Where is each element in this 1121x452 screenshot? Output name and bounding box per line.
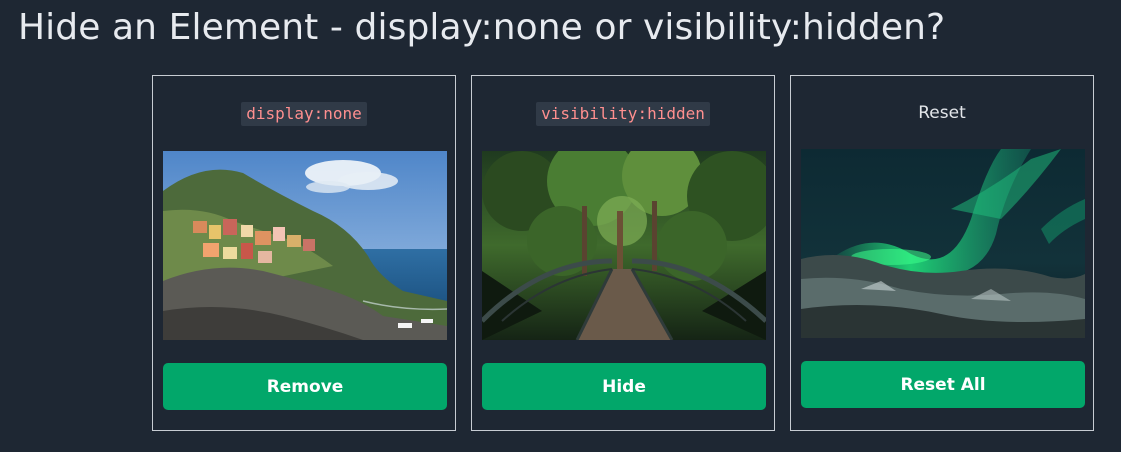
coastal-village-image bbox=[163, 151, 447, 340]
card-reset: Reset Reset All bbox=[790, 75, 1094, 431]
page-title: Hide an Element - display:none or visibi… bbox=[18, 7, 946, 48]
card-title-wrapper: Reset bbox=[791, 102, 1093, 124]
card-title-wrapper: display:none bbox=[153, 102, 455, 126]
hide-button[interactable]: Hide bbox=[482, 363, 766, 410]
aurora-image bbox=[801, 149, 1085, 338]
card-title-wrapper: visibility:hidden bbox=[472, 102, 774, 126]
remove-button[interactable]: Remove bbox=[163, 363, 447, 410]
card-title-visibility-hidden: visibility:hidden bbox=[536, 102, 710, 126]
cards-container: display:none Remove visibility:hidden Hi… bbox=[152, 75, 1094, 431]
card-visibility-hidden: visibility:hidden Hide bbox=[471, 75, 775, 431]
card-title-display-none: display:none bbox=[241, 102, 367, 126]
reset-all-button[interactable]: Reset All bbox=[801, 361, 1085, 408]
card-title-reset: Reset bbox=[918, 103, 966, 123]
forest-bridge-image bbox=[482, 151, 766, 340]
card-display-none: display:none Remove bbox=[152, 75, 456, 431]
